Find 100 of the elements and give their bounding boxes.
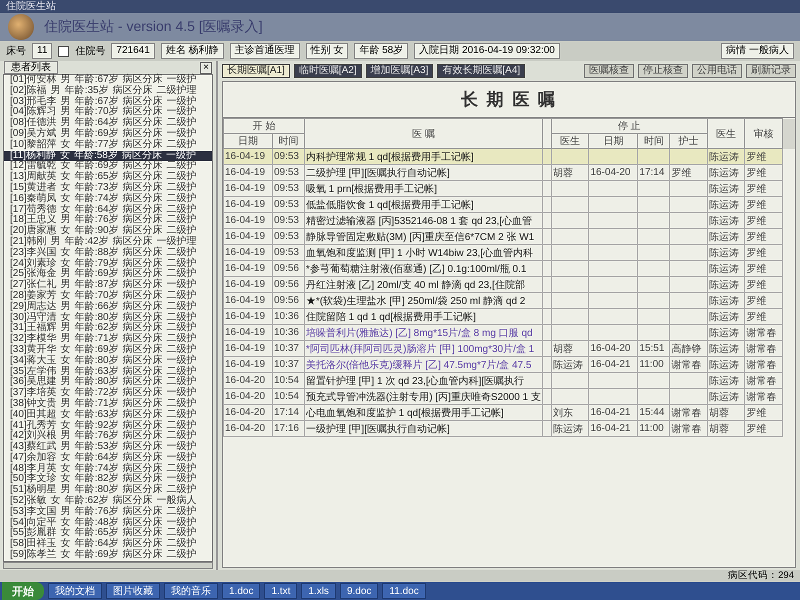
patient-row[interactable]: [53]李文国 男 年龄:76岁 病区分床 二级护: [4, 506, 212, 518]
patient-row[interactable]: [43]蔡红武 男 年龄:53岁 病区分床 一级护: [4, 442, 212, 453]
age-field: 年龄 58岁: [354, 43, 408, 59]
patient-row[interactable]: [01]何安林 男 年龄:67岁 病区分床 一级护: [4, 75, 212, 86]
column-header: 开 始: [224, 118, 304, 134]
table-cell: 16-04-19: [224, 196, 272, 212]
patient-row[interactable]: [29]周志达 男 年龄:66岁 病区分床 二级护: [4, 302, 212, 313]
patient-row[interactable]: [11]杨利静 女 年龄:58岁 病区分床 一级护: [4, 150, 212, 162]
patient-row[interactable]: [08]任德洪 男 年龄:64岁 病区分床 二级护: [4, 118, 212, 129]
table-cell: 16-04-19: [224, 356, 272, 372]
patient-row[interactable]: [37]李培英 女 年龄:72岁 病区分床 一级护: [4, 388, 212, 399]
patient-row[interactable]: [52]张敏 女 年龄:62岁 病区分床 一般病人: [4, 496, 212, 507]
table-cell: 胡蓉: [707, 404, 745, 420]
patient-row[interactable]: [09]吴方斌 男 年龄:69岁 病区分床 一级护: [4, 128, 212, 140]
taskbar-item[interactable]: 我的音乐: [164, 583, 218, 599]
tab[interactable]: 临时医嘱[A2]: [294, 64, 362, 78]
taskbar-item[interactable]: 我的文档: [48, 583, 102, 599]
patient-row[interactable]: [16]秦萌凤 女 年龄:74岁 病区分床 二级护: [4, 194, 212, 205]
table-cell: 陈运涛: [707, 196, 745, 212]
table-cell: 胡蓉: [707, 420, 745, 436]
patient-row[interactable]: [20]唐家惠 女 年龄:90岁 病区分床 二级护: [4, 226, 212, 237]
action-button[interactable]: 公用电话: [692, 64, 742, 78]
table-cell: 16-04-19: [224, 260, 272, 276]
table-cell: 09:53: [272, 244, 304, 260]
column-header: 停 止: [551, 118, 708, 134]
patient-row[interactable]: [28]姜家芳 女 年龄:70岁 病区分床 二级护: [4, 290, 212, 302]
patient-row[interactable]: [27]张仁礼 男 年龄:87岁 病区分床 一级护: [4, 280, 212, 291]
table-cell: 刘东: [551, 404, 589, 420]
action-button[interactable]: 医嘱核查: [584, 64, 634, 78]
table-cell: 17:14: [638, 164, 670, 180]
start-button[interactable]: 开始: [2, 582, 44, 600]
patient-row[interactable]: [15]黄进者 女 年龄:73岁 病区分床 二级护: [4, 182, 212, 194]
table-cell: 15:51: [638, 340, 670, 356]
panel-tab[interactable]: 患者列表: [4, 61, 58, 74]
table-cell: 谢常春: [744, 372, 782, 388]
inpatient-label: 住院号: [75, 44, 106, 58]
table-cell: 罗维: [744, 228, 782, 244]
patient-row[interactable]: [38]钟文贵 男 年龄:71岁 病区分床 二级护: [4, 398, 212, 410]
table-cell: 陈运涛: [551, 420, 589, 436]
table-cell: 陈运涛: [707, 164, 745, 180]
table-cell: 16-04-19: [224, 324, 272, 340]
table-cell: 16-04-20: [588, 340, 638, 356]
patient-row[interactable]: [02]陈福 男 年龄:35岁 病区分床 二级护理: [4, 86, 212, 97]
table-cell: 16-04-21: [588, 420, 638, 436]
patient-row[interactable]: [13]周献英 女 年龄:65岁 病区分床 二级护: [4, 172, 212, 183]
order-cell: 二级护理 [甲][医嘱执行自动记帐]: [304, 164, 542, 180]
app-title: 住院医生站 - version 4.5 [医嘱录入]: [44, 18, 263, 36]
bed-field[interactable]: 11: [32, 43, 52, 59]
tab[interactable]: 长期医嘱[A1]: [222, 64, 290, 78]
action-button[interactable]: 停止核查: [638, 64, 688, 78]
patient-row[interactable]: [59]陈孝兰 女 年龄:69岁 病区分床 二级护: [4, 550, 212, 561]
table-cell: 罗维: [744, 212, 782, 228]
table-cell: 16-04-20: [224, 388, 272, 404]
taskbar-item[interactable]: 图片收藏: [106, 583, 160, 599]
table-cell: 16-04-20: [224, 420, 272, 436]
table-cell: 罗维: [744, 180, 782, 196]
taskbar-item[interactable]: 11.doc: [382, 583, 426, 599]
order-cell: 血氧饱和度监测 [甲] 1 小时 W14biw 23,[心血管内科: [304, 244, 542, 260]
inpatient-field[interactable]: 721641: [111, 43, 155, 59]
table-cell: 16-04-19: [224, 340, 272, 356]
table-cell: 09:53: [272, 212, 304, 228]
inpatient-checkbox[interactable]: [58, 46, 70, 56]
table-cell: 罗维: [670, 164, 708, 180]
patient-row[interactable]: [47]余加容 女 年龄:64岁 病区分床 一级护: [4, 452, 212, 464]
patient-row[interactable]: [32]李模华 男 年龄:71岁 病区分床 二级护: [4, 334, 212, 345]
taskbar-item[interactable]: 1.txt: [264, 583, 298, 599]
taskbar-item[interactable]: 9.doc: [340, 583, 378, 599]
table-cell: 陈运涛: [707, 388, 745, 404]
order-cell: 低盐低脂饮食 1 qd[根据费用手工记帐]: [304, 196, 542, 212]
tab[interactable]: 有效长期医嘱[A4]: [437, 64, 526, 78]
table-cell: 16-04-19: [224, 164, 272, 180]
table-cell: 17:14: [272, 404, 304, 420]
taskbar-item[interactable]: 1.xls: [301, 583, 336, 599]
table-cell: 09:53: [272, 148, 304, 164]
close-button[interactable]: ×: [200, 62, 212, 74]
action-button[interactable]: 刷新记录: [746, 64, 796, 78]
table-cell: 罗维: [744, 164, 782, 180]
table-cell: 谢常春: [670, 404, 708, 420]
patient-row[interactable]: [34]蒋大玉 女 年龄:80岁 病区分床 一级护: [4, 356, 212, 367]
table-cell: 谢常春: [670, 420, 708, 436]
ward-code: 病区代码：294: [728, 570, 794, 581]
admit-date-field: 入院日期 2016-04-19 09:32:00: [414, 43, 560, 59]
table-cell: 09:56: [272, 276, 304, 292]
table-cell: 陈运涛: [707, 212, 745, 228]
tab[interactable]: 增加医嘱[A3]: [366, 64, 434, 78]
patient-row[interactable]: [23]李兴国 女 年龄:88岁 病区分床 二级护: [4, 248, 212, 259]
patient-row[interactable]: [21]韩刚 男 年龄:42岁 病区分床 一级护理: [4, 236, 212, 248]
taskbar-item[interactable]: 1.doc: [222, 583, 260, 599]
table-cell: 罗维: [744, 292, 782, 308]
scrollbar[interactable]: [782, 118, 795, 148]
table-cell: 17:16: [272, 420, 304, 436]
table-cell: 陈运涛: [707, 308, 745, 324]
table-cell: 09:53: [272, 180, 304, 196]
table-cell: 陈运涛: [707, 244, 745, 260]
patient-row[interactable]: [33]黄开华 女 年龄:69岁 病区分床 二级护: [4, 344, 212, 356]
patient-row[interactable]: [40]田其超 女 年龄:63岁 病区分床 二级护: [4, 410, 212, 420]
patient-row[interactable]: [10]黎韶萍 女 年龄:77岁 病区分床 二级护: [4, 140, 212, 151]
order-cell: 美托洛尔(倍他乐克)缓释片 [乙] 47.5mg*7片/盒 47.5: [304, 356, 542, 372]
table-cell: 谢常春: [744, 324, 782, 340]
order-cell: ★*(软袋)生理盐水 [甲] 250ml/袋 250 ml 静滴 qd 2: [304, 292, 542, 308]
